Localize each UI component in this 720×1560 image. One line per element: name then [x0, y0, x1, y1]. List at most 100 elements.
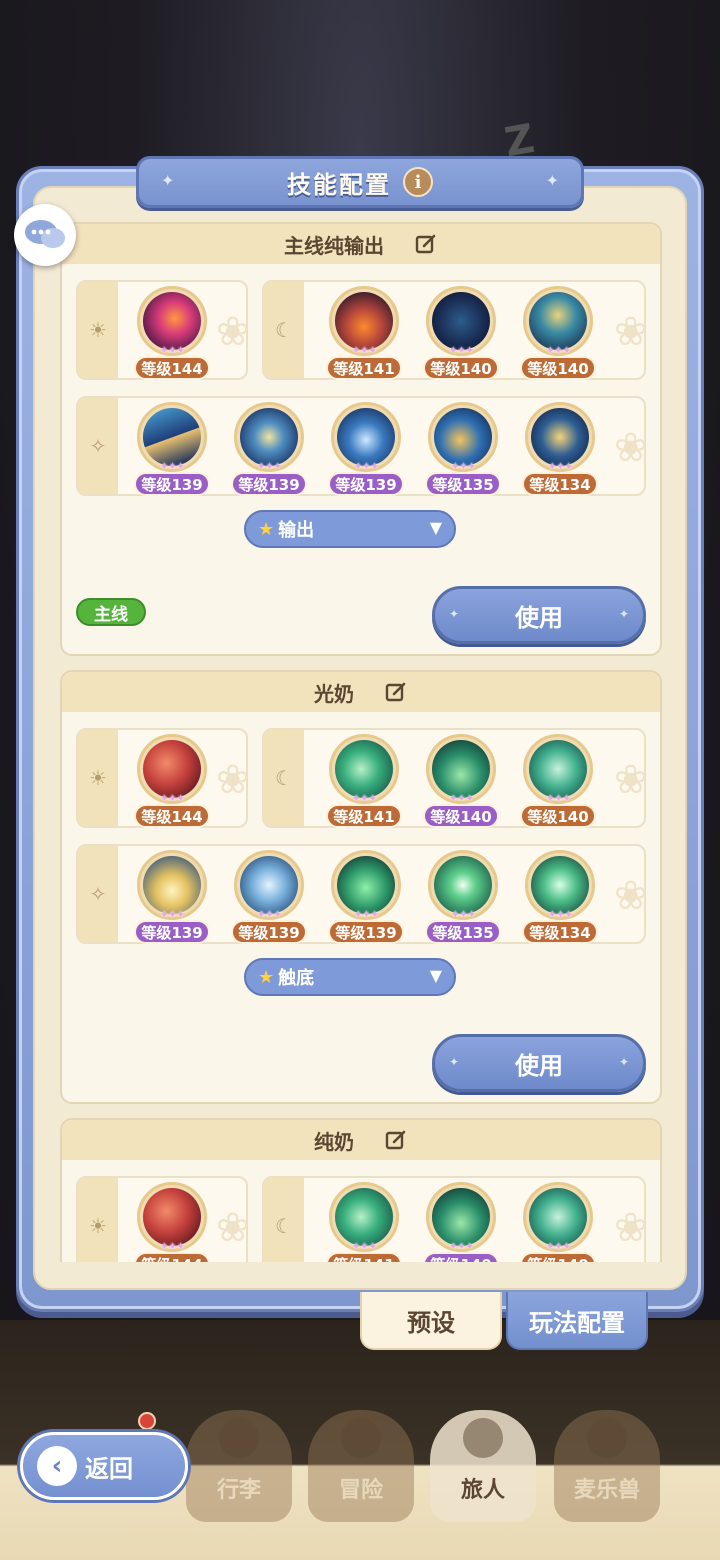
skill-slot[interactable]: ✦✦✦ 等级139: [231, 848, 307, 944]
skill-row: ☾ ❀ ✦✦✦等级141 ✦✦✦等级140 ✦✦✦等级140: [262, 728, 648, 828]
edit-icon[interactable]: [384, 1128, 408, 1152]
chat-button[interactable]: [14, 204, 76, 266]
skill-row: ☾ ❀ ✦✦✦等级141 ✦✦✦等级140 ✦✦✦等级140: [262, 1176, 648, 1262]
skill-slot[interactable]: ✦✦✦ 等级139: [328, 400, 404, 496]
skill-red-wings-icon: [143, 1188, 201, 1246]
skill-green-flame-icon: [337, 856, 395, 914]
skill-slot[interactable]: ✦✦✦ 等级135: [425, 848, 501, 944]
skill-level-badge: 等级140: [423, 804, 499, 828]
skill-slot[interactable]: ✦✦✦ 等级135: [425, 400, 501, 496]
use-button[interactable]: ✦ 使用 ✦: [432, 586, 646, 644]
sun-icon: ☀: [78, 1178, 118, 1262]
skill-level-badge: 等级134: [522, 472, 598, 496]
skill-level-badge: 等级135: [425, 472, 501, 496]
back-button[interactable]: ‹ 返回: [20, 1432, 188, 1500]
skill-slot[interactable]: ✦✦✦等级140: [520, 284, 596, 380]
traveler-avatar-icon: [463, 1418, 503, 1458]
sparkle-icon: ✦: [545, 171, 559, 190]
skill-slot[interactable]: ✦✦✦等级141: [326, 1180, 402, 1262]
skill-slot[interactable]: ✦✦✦等级141: [326, 732, 402, 828]
nav-label: 冒险: [338, 1478, 383, 1503]
skill-level-badge: 等级139: [231, 920, 307, 944]
mainline-tag: 主线: [76, 598, 146, 626]
nav-label: 旅人: [460, 1478, 505, 1503]
skill-level-badge: 等级139: [134, 920, 210, 944]
chevron-down-icon: ▼: [429, 518, 442, 537]
skill-slot[interactable]: ✦✦✦等级140: [423, 284, 499, 380]
nav-label: 行李: [216, 1478, 261, 1503]
skill-config-card: 纯奶 ☀ ❀ ✦✦✦等级144 ☾ ❀ ✦✦✦等级141 ✦✦✦等级140 ✦✦✦等级140: [60, 1118, 662, 1262]
moon-icon: ☾: [264, 730, 304, 826]
skill-fire-orb-icon: [143, 292, 201, 350]
skill-slot[interactable]: ✦✦✦ 等级134: [522, 848, 598, 944]
preset-dropdown[interactable]: ★ 触底 ▼: [244, 958, 456, 996]
skill-red-wings-icon: [143, 740, 201, 798]
nav-item-traveler-avatar[interactable]: 旅人: [430, 1410, 536, 1522]
tab-preset[interactable]: 预设: [360, 1292, 502, 1350]
skill-light-burst-icon: [143, 856, 201, 914]
edit-icon[interactable]: [384, 680, 408, 704]
skill-slot[interactable]: ✦✦✦ 等级139: [231, 400, 307, 496]
skill-slot[interactable]: ✦✦✦ 等级139: [328, 848, 404, 944]
skill-level-badge: 等级135: [425, 920, 501, 944]
skill-slot[interactable]: ✦✦✦等级141: [326, 284, 402, 380]
info-icon[interactable]: i: [403, 167, 433, 197]
skill-heal-beam-icon: [335, 740, 393, 798]
use-button-label: 使用: [515, 603, 563, 632]
preset-dropdown[interactable]: ★ 输出 ▼: [244, 510, 456, 548]
skill-row: ☀ ❀✦✦✦等级144: [76, 280, 250, 380]
skill-row: ✧ ❀ ✦✦✦ 等级139 ✦✦✦ 等级139 ✦✦✦ 等级139 ✦✦✦ 等级135 ✦✦✦ 等级1…: [76, 396, 648, 496]
ornament-decoration: ❀: [614, 425, 648, 471]
skill-row: ☾ ❀ ✦✦✦等级141 ✦✦✦等级140 ✦✦✦等级140: [262, 280, 648, 380]
nav-item-fox-pet[interactable]: 麦乐兽: [554, 1410, 660, 1522]
nav-item-crossed-swords[interactable]: 冒险: [308, 1410, 414, 1522]
skill-green-cross-icon: [531, 856, 589, 914]
panel-title: 技能配置: [287, 170, 391, 199]
config-name: 主线纯输出: [284, 233, 384, 258]
skill-level-badge: 等级144: [134, 1252, 210, 1262]
skill-slot[interactable]: ✦✦✦等级144: [134, 732, 210, 828]
card-header: 主线纯输出: [62, 224, 660, 264]
skill-level-badge: 等级139: [134, 472, 210, 496]
config-list[interactable]: 主线纯输出 ☀ ❀ ✦✦✦ 等级144 ☾ ❀ ✦✦✦ 等级141 ✦✦✦ 等级140 ✦✦✦ 等级14…: [60, 222, 662, 1262]
skill-heal-plant-icon: [432, 1188, 490, 1246]
config-name: 纯奶: [314, 1129, 354, 1154]
card-header: 纯奶: [62, 1120, 660, 1160]
skill-slot[interactable]: ✦✦✦等级144: [134, 1180, 210, 1262]
skill-heal-beam-icon: [335, 1188, 393, 1246]
sparkle-icon: ✦: [618, 607, 629, 621]
skill-slot[interactable]: ✦✦✦等级140: [520, 732, 596, 828]
ornament-decoration: ❀: [614, 1205, 648, 1251]
moon-icon: ☾: [264, 282, 304, 378]
sparkle-icon: ✦: [618, 1055, 629, 1069]
skill-slot[interactable]: ✦✦✦等级144: [134, 284, 210, 380]
use-button-label: 使用: [515, 1051, 563, 1080]
skill-vortex-icon: [240, 408, 298, 466]
ornament-decoration: ❀: [614, 757, 648, 803]
moon-icon: ☾: [264, 1178, 304, 1262]
skill-level-badge: 等级141: [326, 804, 402, 828]
skill-slot[interactable]: ✦✦✦等级140: [423, 732, 499, 828]
ornament-decoration: ❀: [216, 309, 250, 355]
nav-item-luggage[interactable]: 行李: [186, 1410, 292, 1522]
sun-icon: ☀: [78, 282, 118, 378]
star-icon: ✧: [78, 398, 118, 494]
use-button[interactable]: ✦ 使用 ✦: [432, 1034, 646, 1092]
fox-pet-icon: [587, 1418, 627, 1458]
skill-heal-hand-icon: [529, 1188, 587, 1246]
edit-icon[interactable]: [414, 232, 438, 256]
skill-green-star-icon: [434, 856, 492, 914]
config-name: 光奶: [314, 681, 354, 706]
skill-slot[interactable]: ✦✦✦等级140: [520, 1180, 596, 1262]
skill-level-badge: 等级140: [520, 804, 596, 828]
skill-lightning-icon: [335, 292, 393, 350]
skill-slot[interactable]: ✦✦✦ 等级134: [522, 400, 598, 496]
skill-slot[interactable]: ✦✦✦ 等级139: [134, 848, 210, 944]
tab-play-config[interactable]: 玩法配置: [506, 1292, 648, 1350]
skill-row: ✧ ❀ ✦✦✦ 等级139 ✦✦✦ 等级139 ✦✦✦ 等级139 ✦✦✦ 等级135 ✦✦✦ 等级1…: [76, 844, 648, 944]
skill-wave-icon: [143, 408, 201, 466]
star-icon: ✧: [78, 846, 118, 942]
skill-slot[interactable]: ✦✦✦等级140: [423, 1180, 499, 1262]
ornament-decoration: ❀: [614, 873, 648, 919]
skill-slot[interactable]: ✦✦✦ 等级139: [134, 400, 210, 496]
